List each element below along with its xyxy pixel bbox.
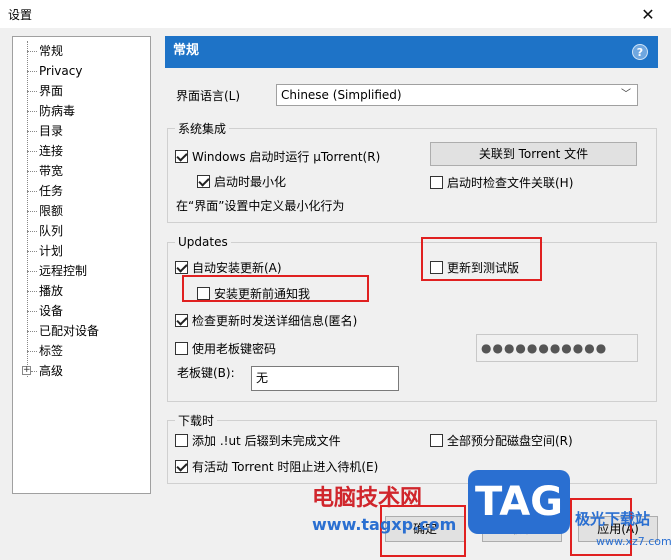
prevent-standby-checkbox[interactable]: 有活动 Torrent 时阻止进入待机(E) bbox=[175, 457, 378, 475]
check-association-checkbox[interactable]: 启动时检查文件关联(H) bbox=[430, 173, 573, 191]
append-ut-checkbox[interactable]: 添加 .!ut 后辍到未完成文件 bbox=[175, 431, 341, 449]
tree-item-remote[interactable]: 远程控制 bbox=[13, 261, 150, 281]
tree-item-connection[interactable]: 连接 bbox=[13, 141, 150, 161]
watermark-site-name: 电脑技术网 bbox=[312, 486, 423, 511]
settings-tree: 常规 Privacy 界面 防病毒 目录 连接 带宽 任务 限额 队列 计划 远… bbox=[12, 36, 151, 494]
boss-key-label: 老板键(B): bbox=[177, 366, 235, 380]
section-header: 常规 ? bbox=[165, 36, 658, 68]
checkbox-box[interactable] bbox=[430, 175, 443, 189]
tree-item-bandwidth[interactable]: 带宽 bbox=[13, 161, 150, 181]
tree-item-ui[interactable]: 界面 bbox=[13, 81, 150, 101]
tree-item-playback[interactable]: 播放 bbox=[13, 281, 150, 301]
minimize-note: 在“界面”设置中定义最小化行为 bbox=[176, 199, 345, 213]
title-bar: 设置 ✕ bbox=[0, 0, 671, 28]
tree-item-limits[interactable]: 限额 bbox=[13, 201, 150, 221]
tree-item-tasks[interactable]: 任务 bbox=[13, 181, 150, 201]
checkbox-box[interactable] bbox=[175, 459, 188, 473]
preallocate-checkbox[interactable]: 全部预分配磁盘空间(R) bbox=[430, 431, 573, 449]
updates-title: Updates bbox=[175, 235, 231, 249]
language-label: 界面语言(L) bbox=[176, 89, 241, 103]
window-title: 设置 bbox=[8, 8, 33, 22]
close-icon[interactable]: ✕ bbox=[625, 0, 671, 28]
highlight-box-notify bbox=[182, 275, 369, 302]
tree-item-directories[interactable]: 目录 bbox=[13, 121, 150, 141]
tree-item-scheduler[interactable]: 计划 bbox=[13, 241, 150, 261]
checkbox-box[interactable] bbox=[175, 433, 188, 447]
tree-item-general[interactable]: 常规 bbox=[13, 41, 150, 61]
start-minimized-checkbox[interactable]: 启动时最小化 bbox=[197, 172, 286, 190]
system-integration-title: 系统集成 bbox=[175, 120, 230, 137]
tree-item-privacy[interactable]: Privacy bbox=[13, 61, 150, 81]
tree-item-labels[interactable]: 标签 bbox=[13, 341, 150, 361]
auto-install-checkbox[interactable]: 自动安装更新(A) bbox=[175, 258, 282, 276]
checkbox-box[interactable] bbox=[175, 149, 188, 163]
language-select[interactable]: Chinese (Simplified) ﹀ bbox=[276, 84, 638, 106]
tree-item-devices[interactable]: 设备 bbox=[13, 301, 150, 321]
checkbox-box[interactable] bbox=[175, 260, 188, 274]
checkbox-box[interactable] bbox=[430, 433, 443, 447]
watermark-site-url: www.tagxp.com bbox=[312, 515, 457, 534]
section-title: 常规 bbox=[173, 43, 200, 58]
boss-key-input[interactable]: 无 bbox=[251, 366, 399, 391]
download-title: 下载时 bbox=[175, 412, 218, 429]
checkbox-box[interactable] bbox=[175, 341, 188, 355]
expand-plus-icon[interactable]: + bbox=[22, 366, 31, 375]
run-on-start-checkbox[interactable]: Windows 启动时运行 µTorrent(R) bbox=[175, 147, 380, 165]
chevron-down-icon: ﹀ bbox=[621, 89, 631, 100]
highlight-box-beta bbox=[421, 237, 542, 281]
send-info-checkbox[interactable]: 检查更新时发送详细信息(匿名) bbox=[175, 311, 357, 329]
tree-item-queue[interactable]: 队列 bbox=[13, 221, 150, 241]
associate-torrent-button[interactable]: 关联到 Torrent 文件 bbox=[430, 142, 637, 166]
boss-password-input[interactable]: ●●●●●●●●●●● bbox=[476, 334, 638, 362]
checkbox-box[interactable] bbox=[197, 174, 210, 188]
tree-item-antivirus[interactable]: 防病毒 bbox=[13, 101, 150, 121]
boss-password-checkbox[interactable]: 使用老板键密码 bbox=[175, 339, 276, 357]
tree-item-advanced[interactable]: + 高级 bbox=[13, 361, 150, 381]
watermark-logo-text: 极光下载站 bbox=[575, 510, 651, 528]
checkbox-box[interactable] bbox=[175, 313, 188, 327]
watermark-logo: TAG bbox=[468, 470, 570, 534]
help-icon[interactable]: ? bbox=[632, 44, 648, 60]
watermark-logo-url: www.xz7.com bbox=[596, 535, 671, 548]
tree-item-paired-devices[interactable]: 已配对设备 bbox=[13, 321, 150, 341]
